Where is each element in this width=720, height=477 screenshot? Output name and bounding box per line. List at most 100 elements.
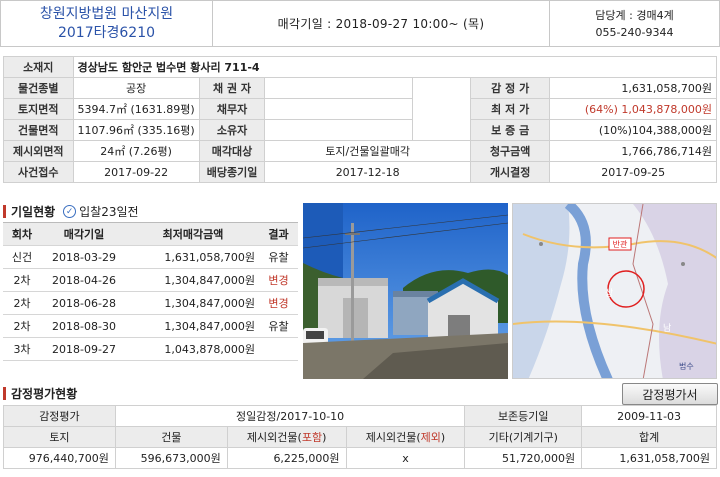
contact-info: 담당계 : 경매4계 055-240-9344 [549, 1, 719, 46]
land-area-value: 5394.7㎡ (1631.89평) [72, 98, 200, 120]
appraiser-value: 정일감정/2017-10-10 [114, 405, 466, 427]
date: 2018-04-26 [41, 268, 127, 292]
dividend-value: 2017-12-18 [264, 161, 471, 183]
excluded-area-value: 24㎡ (7.26평) [72, 140, 200, 162]
map-label-beopsu: 법수 [679, 361, 694, 371]
phone-number: 055-240-9344 [595, 25, 674, 39]
building-area-label: 건물면적 [3, 119, 74, 141]
land-header: 토지 [3, 426, 116, 448]
amount: 1,304,847,000원 [127, 291, 259, 315]
result: 변경 [259, 268, 298, 292]
amount: 1,304,847,000원 [127, 314, 259, 338]
building-header: 건물 [114, 426, 228, 448]
history-row: 2차 2018-04-26 1,304,847,000원 변경 [3, 268, 298, 292]
case-number: 2017타경6210 [57, 24, 156, 41]
history-row: 3차 2018-09-27 1,043,878,000원 [3, 337, 298, 361]
min-price-value: (64%) 1,043,878,000원 [549, 98, 717, 120]
excluded-included-value: 6,225,000원 [226, 447, 347, 469]
date: 2018-09-27 [41, 337, 127, 361]
sale-target-label: 매각대상 [198, 140, 266, 162]
deposit-label: 보 증 금 [469, 119, 551, 141]
map-label-nam: 남 [663, 323, 671, 334]
property-photo[interactable] [303, 203, 508, 379]
owner-label: 소유자 [198, 119, 266, 141]
map-tag-label: 반관 [613, 239, 628, 249]
type-label: 물건종별 [3, 77, 74, 99]
date: 2018-08-30 [41, 314, 127, 338]
preservation-date-value: 2009-11-03 [581, 405, 717, 427]
col-min-amount: 최저매각금액 [127, 222, 259, 246]
excluded-included-header: 제시외건물(포함) [226, 426, 347, 448]
court-name: 창원지방법원 마산지원 [39, 5, 174, 22]
result: 유찰 [259, 314, 298, 338]
dividend-label: 배당종기일 [198, 161, 266, 183]
address-label: 소재지 [3, 56, 74, 78]
check-icon: ✓ [63, 205, 77, 218]
result: 변경 [259, 291, 298, 315]
history-row: 2차 2018-08-30 1,304,847,000원 유찰 [3, 314, 298, 338]
other-header: 기타(기계기구) [464, 426, 583, 448]
claim-label: 청구금액 [469, 140, 551, 162]
bid-countdown-text: 입찰23일전 [79, 205, 139, 219]
land-area-label: 토지면적 [3, 98, 74, 120]
round: 2차 [3, 314, 41, 338]
excluded-area-label: 제시외면적 [3, 140, 74, 162]
preservation-date-label: 보존등기일 [464, 405, 583, 427]
sale-date: 매각기일 : 2018-09-27 10:00~ (목) [277, 17, 485, 31]
owner-value [264, 119, 414, 141]
round: 신건 [3, 245, 41, 269]
start-decision-value: 2017-09-25 [549, 161, 717, 183]
appraisal-value: 1,631,058,700원 [549, 77, 717, 99]
court-info: 창원지방법원 마산지원 2017타경6210 [1, 1, 213, 46]
other-value: 51,720,000원 [464, 447, 583, 469]
total-value: 1,631,058,700원 [581, 447, 717, 469]
min-price-rate: (64%) [584, 103, 618, 116]
col-result: 결과 [259, 222, 298, 246]
date: 2018-06-28 [41, 291, 127, 315]
department: 담당계 : 경매4계 [595, 8, 674, 22]
total-header: 합계 [581, 426, 717, 448]
bid-countdown: ✓ 입찰23일전 [63, 203, 139, 220]
location-map-image: 반관 상 남 법수 [513, 204, 716, 378]
history-title: 기일현황 [11, 205, 56, 219]
col-round: 회차 [3, 222, 41, 246]
excluded-out-prefix: 제시외건물( [365, 431, 421, 444]
history-row: 2차 2018-06-28 1,304,847,000원 변경 [3, 291, 298, 315]
excluded-excluded-value: x [345, 447, 466, 469]
appraisal-table: 감정평가 정일감정/2017-10-10 보존등기일 2009-11-03 토지… [3, 405, 717, 469]
section-marker [3, 205, 6, 218]
address-value: 경상남도 함안군 법수면 황사리 711-4 [72, 56, 718, 78]
history-section-title: 기일현황 ✓ 입찰23일전 [3, 203, 139, 220]
history-row: 신건 2018-03-29 1,631,058,700원 유찰 [3, 245, 298, 269]
col-date: 매각기일 [41, 222, 127, 246]
map-label-sang: 상 [605, 288, 613, 299]
location-map[interactable]: 반관 상 남 법수 [512, 203, 717, 379]
type-value: 공장 [72, 77, 200, 99]
date: 2018-03-29 [41, 245, 127, 269]
received-label: 사건접수 [3, 161, 74, 183]
start-decision-label: 개시결정 [469, 161, 551, 183]
case-header: 창원지방법원 마산지원 2017타경6210 매각기일 : 2018-09-27… [0, 0, 720, 47]
property-info-table: 소재지 경상남도 함안군 법수면 황사리 711-4 물건종별 공장 채 권 자… [3, 56, 718, 183]
received-value: 2017-09-22 [72, 161, 200, 183]
debtor-label: 채무자 [198, 98, 266, 120]
min-price-label: 최 저 가 [469, 98, 551, 120]
building-area-value: 1107.96㎡ (335.16평) [72, 119, 200, 141]
debtor-value [264, 98, 414, 120]
creditor-value [264, 77, 414, 99]
creditor-label: 채 권 자 [198, 77, 266, 99]
round: 3차 [3, 337, 41, 361]
min-price-amount: 1,043,878,000원 [621, 103, 712, 116]
result [259, 337, 298, 361]
appraisal-label: 감 정 가 [469, 77, 551, 99]
excluded-in-word: 포함 [301, 431, 323, 444]
amount: 1,043,878,000원 [127, 337, 259, 361]
appraisal-report-button[interactable]: 감정평가서 [622, 383, 718, 405]
result: 유찰 [259, 245, 298, 269]
claim-value: 1,766,786,714원 [549, 140, 717, 162]
amount: 1,304,847,000원 [127, 268, 259, 292]
appraisal-section-title: 감정평가현황 [3, 385, 77, 402]
round: 2차 [3, 291, 41, 315]
deposit-value: (10%)104,388,000원 [549, 119, 717, 141]
land-value: 976,440,700원 [3, 447, 116, 469]
